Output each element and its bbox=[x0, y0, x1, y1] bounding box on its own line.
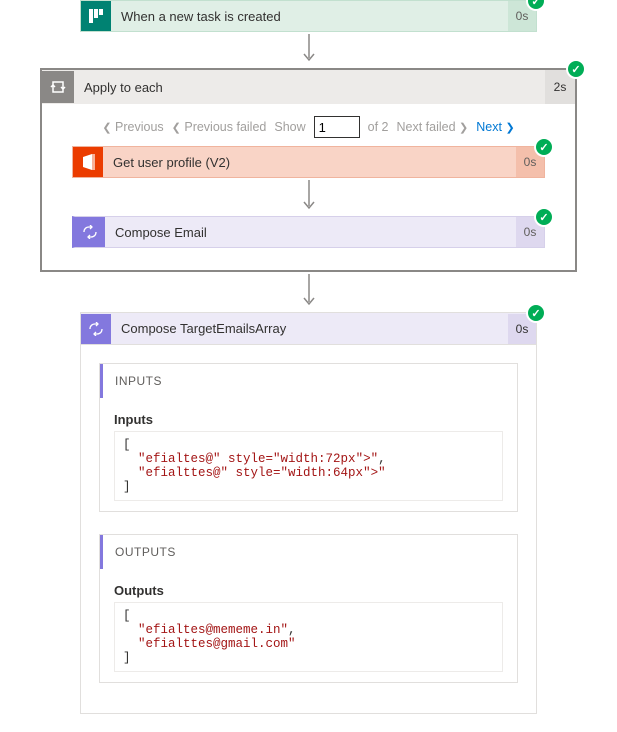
apply-to-each-container: Apply to each 2s ✓ ❮ Previous ❮ Previous… bbox=[40, 68, 577, 272]
pager-previous[interactable]: ❮ Previous bbox=[102, 120, 163, 134]
planner-icon bbox=[81, 1, 111, 31]
compose-target-emails-header[interactable]: Compose TargetEmailsArray 0s bbox=[81, 313, 536, 345]
compose-target-emails-title: Compose TargetEmailsArray bbox=[111, 321, 508, 336]
trigger-card[interactable]: When a new task is created 0s ✓ bbox=[80, 0, 537, 32]
compose-email-card[interactable]: Compose Email 0s ✓ bbox=[72, 216, 545, 248]
office-icon bbox=[73, 147, 103, 177]
inputs-label: Inputs bbox=[114, 412, 503, 427]
connector-arrow bbox=[42, 178, 575, 216]
inputs-header: INPUTS bbox=[100, 364, 517, 398]
success-badge: ✓ bbox=[568, 61, 584, 77]
connector-arrow bbox=[0, 32, 617, 68]
outputs-label: Outputs bbox=[114, 583, 503, 598]
inputs-code: [ "efialtes@" style="width:72px">", "efi… bbox=[114, 431, 503, 501]
pager-of-label: of 2 bbox=[368, 120, 389, 134]
get-user-profile-title: Get user profile (V2) bbox=[103, 155, 516, 170]
success-badge: ✓ bbox=[536, 139, 552, 155]
apply-to-each-header[interactable]: Apply to each 2s bbox=[42, 70, 575, 104]
pager-next[interactable]: Next ❯ bbox=[476, 120, 514, 134]
compose-icon bbox=[81, 314, 111, 344]
loop-pager: ❮ Previous ❮ Previous failed Show of 2 N… bbox=[42, 104, 575, 146]
outputs-code: [ "efialtes@mememe.in", "efialttes@gmail… bbox=[114, 602, 503, 672]
pager-next-failed[interactable]: Next failed ❯ bbox=[397, 120, 469, 134]
loop-icon bbox=[42, 71, 74, 103]
outputs-panel: OUTPUTS Outputs [ "efialtes@mememe.in", … bbox=[99, 534, 518, 683]
get-user-profile-card[interactable]: Get user profile (V2) 0s ✓ bbox=[72, 146, 545, 178]
compose-icon bbox=[75, 217, 105, 247]
outputs-header: OUTPUTS bbox=[100, 535, 517, 569]
connector-arrow bbox=[0, 272, 617, 312]
success-badge: ✓ bbox=[528, 305, 544, 321]
success-badge: ✓ bbox=[536, 209, 552, 225]
pager-previous-failed[interactable]: ❮ Previous failed bbox=[172, 120, 267, 134]
inputs-panel: INPUTS Inputs [ "efialtes@" style="width… bbox=[99, 363, 518, 512]
trigger-title: When a new task is created bbox=[111, 9, 508, 24]
pager-page-input[interactable] bbox=[314, 116, 360, 138]
loop-title: Apply to each bbox=[74, 80, 545, 95]
compose-email-title: Compose Email bbox=[105, 225, 516, 240]
pager-show-label: Show bbox=[274, 120, 305, 134]
compose-target-emails-card: Compose TargetEmailsArray 0s ✓ INPUTS In… bbox=[80, 312, 537, 714]
